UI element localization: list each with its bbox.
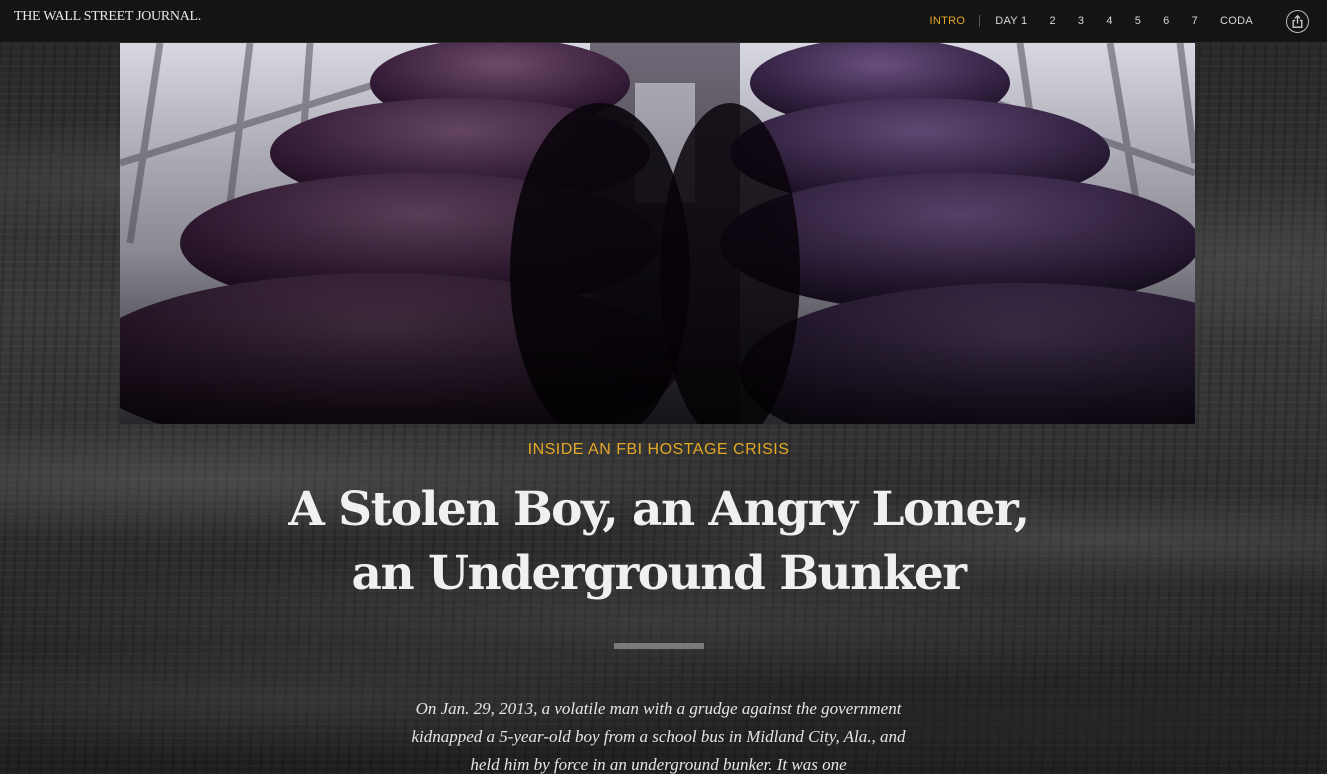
wsj-logo[interactable]: THE WALL STREET JOURNAL. [14,9,201,25]
article-headline: A Stolen Boy, an Angry Loner, an Undergr… [288,482,1030,601]
hero-image-bus-interior [120,43,1195,424]
nav-item-coda[interactable]: CODA [1209,15,1264,27]
article-dek: On Jan. 29, 2013, a volatile man with a … [411,699,906,774]
nav-item-4[interactable]: 4 [1095,15,1123,27]
top-navigation-bar: THE WALL STREET JOURNAL. INTRO DAY 1 2 3… [0,0,1327,43]
nav-item-day-1[interactable]: DAY 1 [984,15,1038,27]
nav-item-3[interactable]: 3 [1067,15,1095,27]
nav-item-6[interactable]: 6 [1152,15,1180,27]
article-kicker: INSIDE AN FBI HOSTAGE CRISIS [527,441,790,458]
hero-image-graphic [120,43,1195,424]
share-icon [1292,14,1303,28]
nav-item-2[interactable]: 2 [1038,15,1066,27]
share-button[interactable] [1286,9,1309,33]
nav-item-7[interactable]: 7 [1181,15,1209,27]
nav-item-5[interactable]: 5 [1124,15,1152,27]
nav-item-intro[interactable]: INTRO [918,15,981,27]
chapter-nav: INTRO DAY 1 2 3 4 5 6 7 CODA [918,0,1327,42]
headline-divider [614,643,704,649]
